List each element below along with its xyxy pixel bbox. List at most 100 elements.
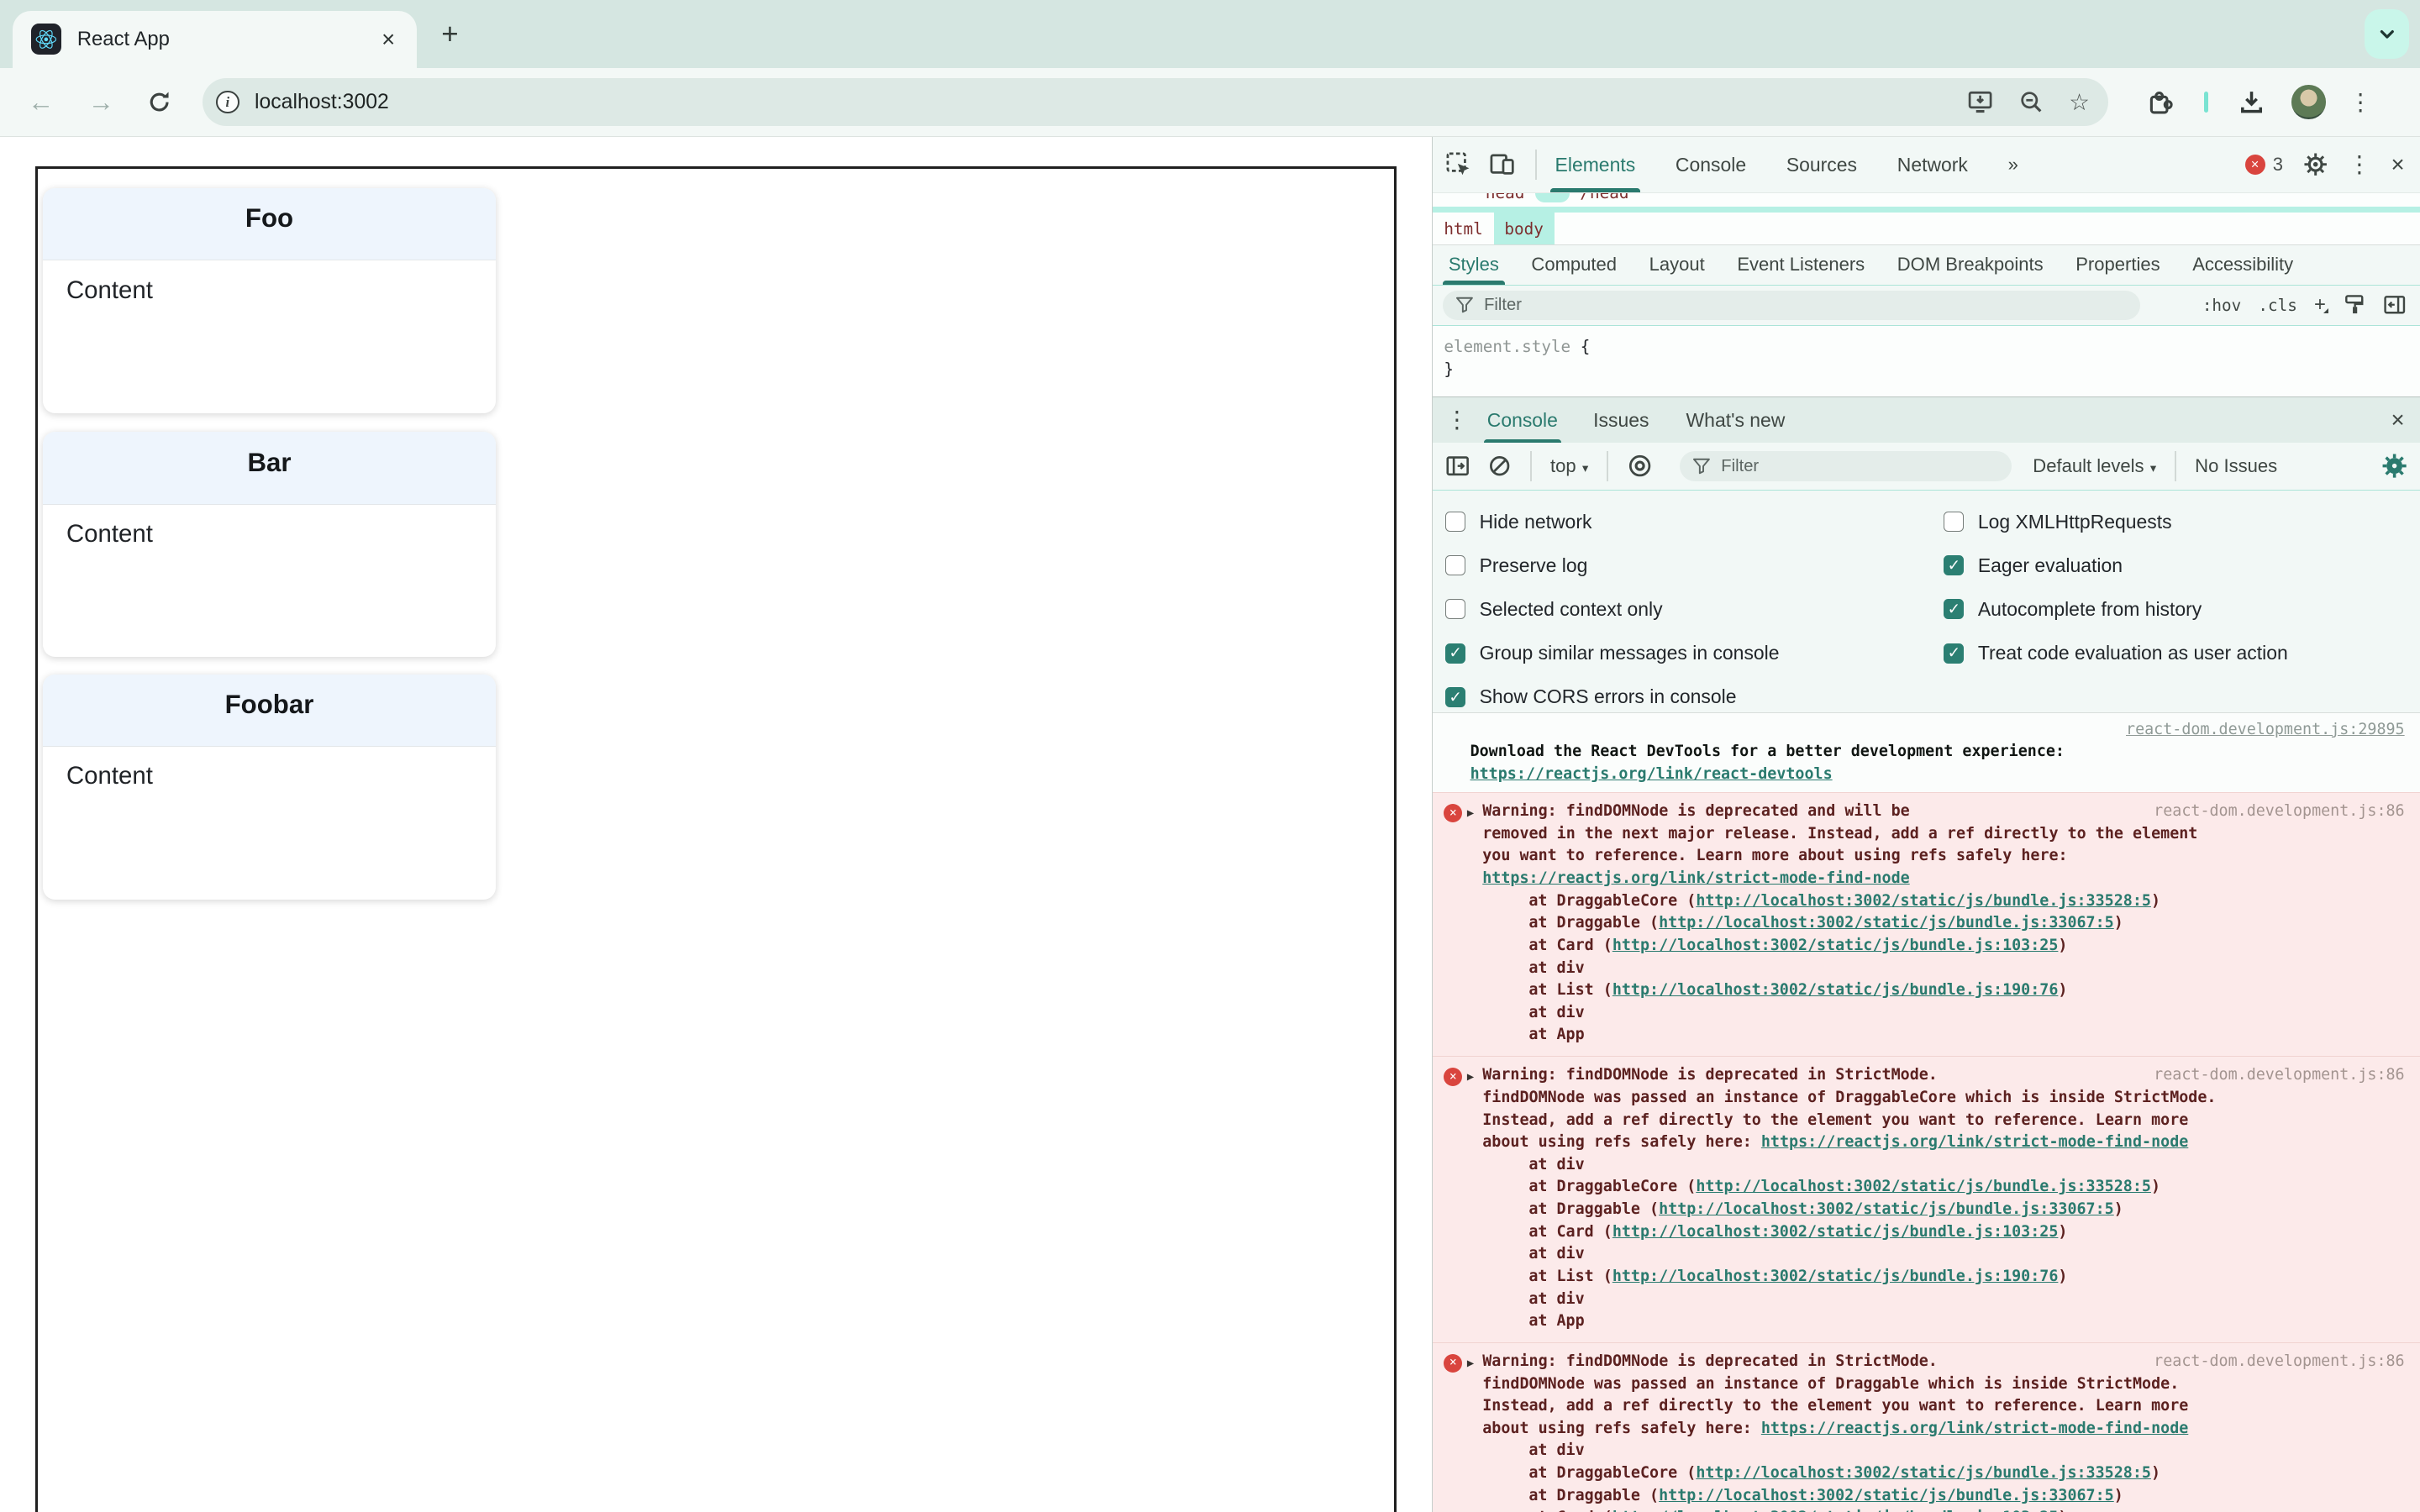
more-tabs-icon[interactable]: » [2008,137,2018,192]
style-rule-selector[interactable]: element.style [1444,337,1570,356]
checkbox-selected-context-only[interactable]: Selected context only [1445,598,1944,621]
drawer-close-icon[interactable]: × [2391,408,2405,432]
subtab-accessibility[interactable]: Accessibility [2192,245,2293,285]
breadcrumb-html[interactable]: html [1433,213,1493,244]
tab-elements[interactable]: Elements [1550,137,1640,193]
bundle-source-link[interactable]: http://localhost:3002/static/js/bundle.j… [1612,937,2059,954]
inspect-element-icon[interactable] [1445,151,1471,177]
browser-tab[interactable]: React App × [12,10,417,68]
device-toolbar-icon[interactable] [1489,151,1515,177]
checkbox-log-xmlhttprequests[interactable]: Log XMLHttpRequests [1944,511,2420,533]
collapsed-node-pill[interactable] [1535,192,1570,202]
subtab-computed[interactable]: Computed [1531,245,1617,285]
checkbox-eager-evaluation[interactable]: Eager evaluation [1944,554,2420,577]
toggle-hover-state[interactable]: :hov [2202,296,2241,315]
bundle-source-link[interactable]: http://localhost:3002/static/js/bundle.j… [1696,1178,2151,1195]
subtab-dom-breakpoints[interactable]: DOM Breakpoints [1897,245,2044,285]
reload-icon[interactable] [146,89,172,115]
tab-console[interactable]: Console [1676,137,1746,192]
strict-mode-find-node-link[interactable]: https://reactjs.org/link/strict-mode-fin… [1482,869,1909,887]
checkbox-preserve-log[interactable]: Preserve log [1445,554,1944,577]
checkbox-autocomplete-from-history[interactable]: Autocomplete from history [1944,598,2420,621]
drawer-menu-kebab-icon[interactable]: ⋮ [1445,408,1469,432]
bundle-source-link[interactable]: http://localhost:3002/static/js/bundle.j… [1696,892,2151,910]
card-foobar[interactable]: Foobar Content [43,674,496,900]
tab-sources[interactable]: Sources [1786,137,1857,192]
context-selector[interactable]: top ▾ [1550,455,1588,477]
subtab-styles[interactable]: Styles [1442,245,1505,286]
bundle-source-link[interactable]: http://localhost:3002/static/js/bundle.j… [1612,1268,2059,1285]
dom-tag-fragment[interactable]: head [1486,193,1524,203]
console-warning-message[interactable]: × ▶ react-dom.development.js:86 Warning:… [1433,1056,2420,1342]
message-source-link[interactable]: react-dom.development.js:29895 [2126,721,2405,738]
bundle-source-link[interactable]: http://localhost:3002/static/js/bundle.j… [1659,1200,2114,1218]
new-tab-button[interactable]: + [441,14,458,55]
zoom-out-icon[interactable] [2018,89,2044,115]
tab-close-icon[interactable]: × [378,28,397,51]
checkbox-show-cors-errors[interactable]: Show CORS errors in console [1445,685,1944,708]
drawer-tab-console[interactable]: Console [1484,397,1561,444]
subtab-layout[interactable]: Layout [1649,245,1705,285]
install-app-icon[interactable] [1967,89,1993,115]
checkbox-treat-code-eval-user-action[interactable]: Treat code evaluation as user action [1944,642,2420,664]
console-sidebar-toggle-icon[interactable] [1445,454,1470,478]
message-source-link[interactable]: react-dom.development.js:86 [2154,1351,2404,1373]
new-style-rule-icon[interactable]: + [2314,293,2326,317]
console-filter-input[interactable]: Filter [1679,450,2012,482]
extensions-puzzle-icon[interactable] [2147,88,2175,116]
tab-search-chevron-button[interactable] [2364,9,2410,59]
bundle-source-link[interactable]: http://localhost:3002/static/js/bundle.j… [1659,914,2114,932]
strict-mode-find-node-link[interactable]: https://reactjs.org/link/strict-mode-fin… [1761,1420,2188,1437]
console-settings-gear-icon[interactable] [2381,453,2407,479]
subtab-properties[interactable]: Properties [2075,245,2160,285]
forward-icon[interactable]: → [88,89,114,115]
log-level-selector[interactable]: Default levels ▾ [2033,455,2156,477]
checkbox-group-similar-messages[interactable]: Group similar messages in console [1445,642,1944,664]
card-bar[interactable]: Bar Content [43,432,496,658]
expand-triangle-icon[interactable]: ▶ [1467,1352,1474,1375]
profile-avatar[interactable] [2291,85,2326,119]
bundle-source-link[interactable]: http://localhost:3002/static/js/bundle.j… [1659,1487,2114,1504]
styles-pane[interactable]: element.style { } [1433,325,2420,396]
strict-mode-find-node-link[interactable]: https://reactjs.org/link/strict-mode-fin… [1761,1133,2188,1151]
console-warning-message[interactable]: × ▶ react-dom.development.js:86 Warning:… [1433,1341,2420,1512]
subtab-event-listeners[interactable]: Event Listeners [1737,245,1865,285]
error-badge-icon[interactable]: × [2244,155,2265,175]
bundle-source-link[interactable]: http://localhost:3002/static/js/bundle.j… [1612,1509,2059,1512]
message-source-link[interactable]: react-dom.development.js:86 [2154,801,2404,823]
downloads-icon[interactable] [2238,88,2265,116]
devtools-settings-gear-icon[interactable] [2303,152,2328,176]
bundle-source-link[interactable]: http://localhost:3002/static/js/bundle.j… [1696,1464,2151,1482]
address-bar[interactable]: i localhost:3002 ☆ [202,78,2108,127]
site-info-icon[interactable]: i [216,90,239,114]
breadcrumb-body[interactable]: body [1493,213,1555,244]
styles-filter-input[interactable]: Filter [1442,290,2140,320]
card-foo[interactable]: Foo Content [43,188,496,414]
message-source-link[interactable]: react-dom.development.js:86 [2154,1064,2404,1087]
clear-console-icon[interactable] [1487,454,1512,478]
live-expression-eye-icon[interactable] [1627,453,1653,479]
expand-triangle-icon[interactable]: ▶ [1467,1066,1474,1089]
tab-network[interactable]: Network [1897,137,1968,192]
drawer-tab-issues[interactable]: Issues [1593,397,1649,443]
browser-menu-kebab-icon[interactable]: ⋮ [2349,91,2372,114]
bookmark-star-icon[interactable]: ☆ [2069,91,2090,114]
rendering-paint-icon[interactable] [2343,293,2366,317]
drawer-tab-whats-new[interactable]: What's new [1686,397,1786,443]
issues-counter[interactable]: No Issues [2195,455,2277,477]
bundle-source-link[interactable]: http://localhost:3002/static/js/bundle.j… [1612,1223,2059,1241]
devtools-menu-kebab-icon[interactable]: ⋮ [2348,153,2371,176]
expand-triangle-icon[interactable]: ▶ [1467,802,1474,825]
back-icon[interactable]: ← [28,89,54,115]
toggle-element-classes[interactable]: .cls [2258,296,2296,315]
console-toolbar: top ▾ Filter Default levels ▾ No Issues [1433,443,2420,491]
devtools-close-icon[interactable]: × [2391,153,2405,176]
bundle-source-link[interactable]: http://localhost:3002/static/js/bundle.j… [1612,981,2059,999]
show-computed-sidebar-icon[interactable] [2383,293,2407,317]
dom-tag-fragment[interactable]: /head [1580,193,1628,203]
react-devtools-link[interactable]: https://reactjs.org/link/react-devtools [1470,765,1833,783]
divider [1534,149,1537,181]
url-text[interactable]: localhost:3002 [255,91,1943,114]
checkbox-hide-network[interactable]: Hide network [1445,511,1944,533]
console-warning-message[interactable]: × ▶ react-dom.development.js:86 Warning:… [1433,792,2420,1057]
